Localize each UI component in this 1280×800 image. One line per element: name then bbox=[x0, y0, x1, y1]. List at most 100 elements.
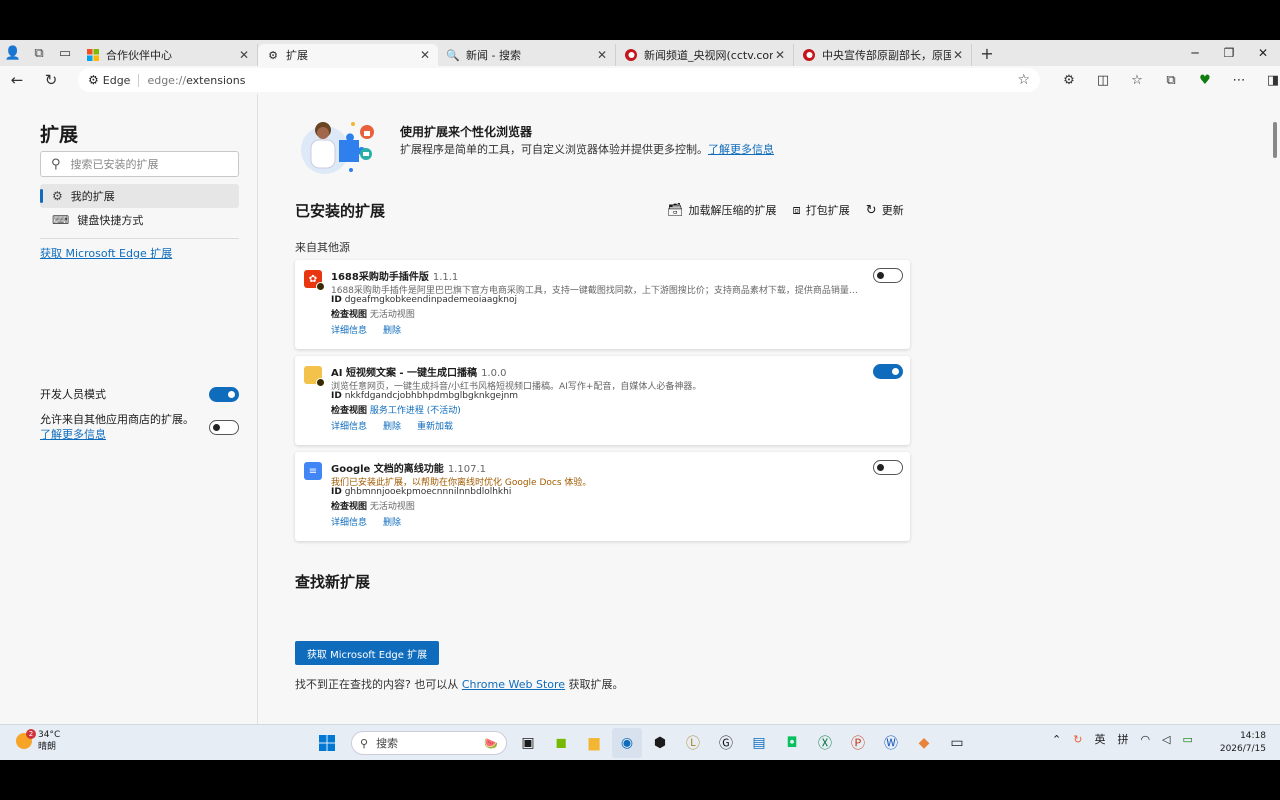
terminal-icon[interactable]: ▭ bbox=[942, 728, 972, 758]
store-icon[interactable]: ▤ bbox=[744, 728, 774, 758]
hero-illustration-icon bbox=[301, 122, 374, 174]
tab-news-search[interactable]: 🔍 新闻 - 搜索 ✕ bbox=[438, 44, 616, 66]
profile-icon[interactable]: 👤 bbox=[0, 40, 26, 66]
tab-partner-center[interactable]: 合作伙伴中心 ✕ bbox=[78, 44, 258, 66]
excel-icon[interactable]: Ⓧ bbox=[810, 728, 840, 758]
divider bbox=[40, 238, 239, 239]
tab-extensions[interactable]: ⚙ 扩展 ✕ bbox=[258, 44, 438, 66]
split-screen-icon[interactable]: ◫ bbox=[1086, 66, 1120, 94]
system-tray: ⌃ ↻ 英 拼 ◠ ◁ ▭ bbox=[1052, 731, 1205, 747]
clock-time: 14:18 bbox=[1240, 731, 1266, 741]
workspaces-icon[interactable]: ⧉ bbox=[26, 40, 52, 66]
minimize-icon[interactable]: ─ bbox=[1178, 40, 1212, 66]
sync-icon[interactable]: ↻ bbox=[1073, 733, 1082, 746]
scrollbar-thumb[interactable] bbox=[1273, 122, 1277, 158]
extension-version: 1.1.1 bbox=[432, 272, 459, 283]
remove-link[interactable]: 删除 bbox=[383, 515, 401, 528]
weather-widget[interactable]: 2 34°C 晴朗 bbox=[16, 729, 60, 753]
extension-id: ID ghbmnnjooekpmoecnnnilnnbdlolhkhi bbox=[331, 487, 512, 497]
close-window-icon[interactable]: ✕ bbox=[1246, 40, 1280, 66]
tab-bar: 👤 ⧉ ▭ 合作伙伴中心 ✕ ⚙ 扩展 ✕ 🔍 新闻 - 搜索 ✕ 新闻频道_央… bbox=[0, 40, 1280, 66]
new-tab-button[interactable]: + bbox=[972, 44, 1002, 63]
search-icon: ⚲ bbox=[360, 736, 369, 750]
extension-enable-toggle[interactable] bbox=[873, 364, 903, 379]
hero-description: 扩展程序是简单的工具，可自定义浏览器体验并提供更多控制。了解更多信息 bbox=[400, 143, 774, 156]
extension-card-ai-video: AI 短视频文案 - 一键生成口播稿 1.0.0 浏览任意网页，一键生成抖音/小红… bbox=[295, 356, 910, 445]
sidebar-item-keyboard-shortcuts[interactable]: ⌨ 键盘快捷方式 bbox=[40, 208, 239, 232]
service-worker-link[interactable]: 服务工作进程 (不活动) bbox=[370, 406, 461, 416]
find-title: 查找新扩展 bbox=[295, 573, 371, 591]
extensions-icon[interactable]: ⚙ bbox=[1052, 66, 1086, 94]
chevron-up-icon[interactable]: ⌃ bbox=[1052, 733, 1061, 746]
file-explorer-icon[interactable]: ▆ bbox=[579, 728, 609, 758]
ext-google-docs-logo-icon: ≡ bbox=[304, 462, 322, 480]
extension-id: ID nkkfdgandcjobhbhpdmbglbgknkgejnm bbox=[331, 391, 519, 401]
close-icon[interactable]: ✕ bbox=[951, 48, 965, 62]
developer-mode-toggle[interactable] bbox=[209, 386, 239, 402]
load-unpacked-button[interactable]: 🗃 加载解压缩的扩展 bbox=[667, 202, 777, 218]
close-icon[interactable]: ✕ bbox=[773, 48, 787, 62]
address-bar[interactable]: ⚙ Edge edge://extensions ☆ bbox=[78, 68, 1040, 92]
tab-cctv-article[interactable]: 中央宣传部原副部长，原国家新闻 ✕ bbox=[794, 44, 972, 66]
taskbar-search[interactable]: ⚲ 搜索 🍉 bbox=[351, 731, 507, 755]
wifi-icon[interactable]: ◠ bbox=[1140, 733, 1150, 746]
league-icon[interactable]: Ⓛ bbox=[678, 728, 708, 758]
ime-mode[interactable]: 拼 bbox=[1117, 731, 1128, 747]
restore-icon[interactable]: ❐ bbox=[1212, 40, 1246, 66]
pack-extension-button[interactable]: ⧈ 打包扩展 bbox=[793, 202, 850, 218]
remove-link[interactable]: 删除 bbox=[383, 323, 401, 336]
extension-enable-toggle[interactable] bbox=[873, 268, 903, 283]
volume-icon[interactable]: ◁ bbox=[1162, 733, 1170, 746]
hero-learn-more-link[interactable]: 了解更多信息 bbox=[708, 143, 774, 156]
details-link[interactable]: 详细信息 bbox=[331, 515, 367, 528]
edge-icon[interactable]: ◉ bbox=[612, 728, 642, 758]
app-g-icon[interactable]: Ⓖ bbox=[711, 728, 741, 758]
url-text: edge://extensions bbox=[147, 73, 246, 87]
fox-app-icon[interactable]: ◆ bbox=[909, 728, 939, 758]
remove-link[interactable]: 删除 bbox=[383, 419, 401, 432]
back-icon[interactable]: ← bbox=[0, 71, 34, 89]
developer-mode-row: 开发人员模式 bbox=[40, 386, 239, 402]
extension-enable-toggle[interactable] bbox=[873, 460, 903, 475]
details-link[interactable]: 详细信息 bbox=[331, 419, 367, 432]
battery-icon[interactable]: ▭ bbox=[1183, 733, 1193, 746]
other-stores-toggle[interactable] bbox=[209, 420, 239, 435]
refresh-icon[interactable]: ↻ bbox=[34, 71, 68, 89]
close-icon[interactable]: ✕ bbox=[418, 48, 432, 62]
tab-actions-icon[interactable]: ▭ bbox=[52, 40, 78, 66]
powerpoint-icon[interactable]: Ⓟ bbox=[843, 728, 873, 758]
close-icon[interactable]: ✕ bbox=[237, 48, 251, 62]
search-input[interactable]: ⚲ 搜索已安装的扩展 bbox=[40, 151, 239, 177]
installed-actions: 🗃 加载解压缩的扩展 ⧈ 打包扩展 ↻ 更新 bbox=[667, 202, 920, 218]
browser-window: 👤 ⧉ ▭ 合作伙伴中心 ✕ ⚙ 扩展 ✕ 🔍 新闻 - 搜索 ✕ 新闻频道_央… bbox=[0, 40, 1280, 760]
reload-link[interactable]: 重新加载 bbox=[417, 419, 453, 432]
ext-1688-logo-icon: ✿ bbox=[304, 270, 325, 291]
clock[interactable]: 14:18 2026/7/15 bbox=[1220, 730, 1266, 756]
word-icon[interactable]: Ⓦ bbox=[876, 728, 906, 758]
ime-lang[interactable]: 英 bbox=[1094, 731, 1105, 747]
close-icon[interactable]: ✕ bbox=[595, 48, 609, 62]
start-icon[interactable] bbox=[312, 728, 342, 758]
other-stores-label: 允许来自其他应用商店的扩展。 bbox=[40, 413, 194, 426]
tab-cctv-news[interactable]: 新闻频道_央视网(cctv.com) ✕ bbox=[616, 44, 794, 66]
sidebar-toggle-icon[interactable]: ◨ bbox=[1256, 66, 1280, 94]
favorite-star-icon[interactable]: ☆ bbox=[1017, 72, 1030, 88]
wechat-icon[interactable]: ◘ bbox=[777, 728, 807, 758]
app-dark-icon[interactable]: ⬢ bbox=[645, 728, 675, 758]
task-view-icon[interactable]: ▣ bbox=[513, 728, 543, 758]
get-extensions-link[interactable]: 获取 Microsoft Edge 扩展 bbox=[40, 245, 172, 261]
sidebar-item-my-extensions[interactable]: ⚙ 我的扩展 bbox=[40, 184, 239, 208]
toolbar-buttons: ⚙ ◫ ☆ ⧉ ♥ ⋯ ◨ bbox=[1052, 66, 1280, 94]
page-scrollbar[interactable] bbox=[1269, 94, 1280, 724]
other-stores-learn-more-link[interactable]: 了解更多信息 bbox=[40, 428, 106, 441]
favorites-icon[interactable]: ☆ bbox=[1120, 66, 1154, 94]
details-link[interactable]: 详细信息 bbox=[331, 323, 367, 336]
puzzle-icon: ⚙ bbox=[52, 189, 63, 203]
more-icon[interactable]: ⋯ bbox=[1222, 66, 1256, 94]
collections-icon[interactable]: ⧉ bbox=[1154, 66, 1188, 94]
chrome-web-store-link[interactable]: Chrome Web Store bbox=[462, 678, 565, 691]
update-button[interactable]: ↻ 更新 bbox=[866, 202, 904, 218]
nvidia-icon[interactable]: ◼ bbox=[546, 728, 576, 758]
get-extensions-button[interactable]: 获取 Microsoft Edge 扩展 bbox=[295, 641, 439, 665]
browser-essentials-icon[interactable]: ♥ bbox=[1188, 66, 1222, 94]
